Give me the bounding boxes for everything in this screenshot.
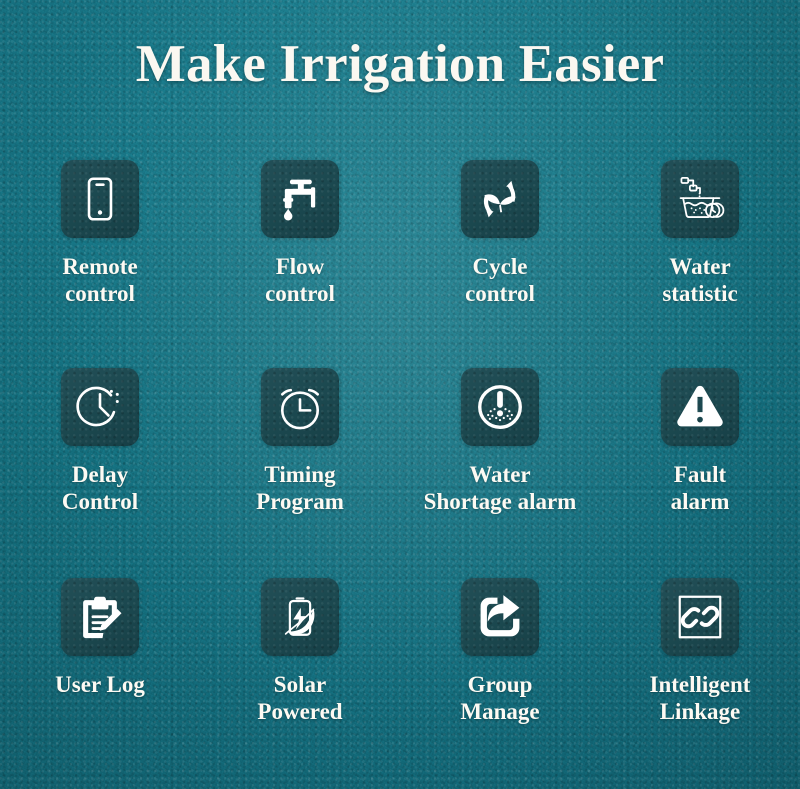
feature-label-line1: Water <box>669 254 731 279</box>
feature-icon-tile <box>61 368 139 446</box>
feature-icon-tile <box>61 578 139 656</box>
feature-label-line1: Flow <box>275 254 325 279</box>
feature-label: Intelligent Linkage <box>650 671 751 725</box>
feature-label: User Log <box>55 671 145 698</box>
page-title: Make Irrigation Easier <box>135 35 665 93</box>
share-arrow-icon <box>480 595 520 637</box>
feature-icon-tile <box>261 368 339 446</box>
feature-label-line2: Powered <box>257 699 343 724</box>
feature-label-line1: Delay <box>71 462 129 487</box>
feature-label: Solar Powered <box>257 671 342 725</box>
feature-label-line1: Group <box>467 672 533 697</box>
warning-triangle-icon <box>677 385 723 427</box>
feature-item-delay-control[interactable]: Delay Control <box>0 368 200 578</box>
feature-item-fault-alarm[interactable]: Fault alarm <box>600 368 800 578</box>
feature-label-line1: Intelligent <box>649 672 751 697</box>
feature-label: Flow control <box>265 253 335 307</box>
feature-icon-tile <box>661 368 739 446</box>
feature-item-group-manage[interactable]: Group Manage <box>400 578 600 778</box>
chain-link-square-icon <box>678 595 722 639</box>
feature-label: Remote control <box>62 253 137 307</box>
feature-label: Fault alarm <box>671 461 730 515</box>
smartphone-icon <box>87 177 113 221</box>
faucet-icon <box>283 179 316 221</box>
feature-label: Timing Program <box>256 461 344 515</box>
feature-label: Water statistic <box>662 253 737 307</box>
feature-label-line2: statistic <box>662 281 738 306</box>
feature-label: Water Shortage alarm <box>424 461 577 515</box>
exclamation-circle-dots-icon <box>478 385 522 429</box>
feature-label-line1: Solar <box>273 672 327 697</box>
feature-label: Group Manage <box>460 671 539 725</box>
feature-label-line2: Shortage alarm <box>423 489 577 514</box>
feature-item-solar-powered[interactable]: Solar Powered <box>200 578 400 778</box>
feature-label-line1: User Log <box>55 672 145 697</box>
feature-item-water-statistic[interactable]: Water statistic <box>600 160 800 368</box>
feature-item-user-log[interactable]: User Log <box>0 578 200 778</box>
feature-grid: Remote control Flow control Cycle contro… <box>0 160 800 778</box>
feature-icon-tile <box>461 578 539 656</box>
feature-label-line2: Manage <box>460 699 540 724</box>
battery-leaf-icon <box>284 597 315 636</box>
poster-root: Make Irrigation Easier Remote control Fl… <box>0 0 800 789</box>
feature-icon-tile <box>661 160 739 238</box>
feature-label-line1: Water <box>469 462 531 487</box>
feature-label-line1: Fault <box>673 462 727 487</box>
feature-item-cycle-control[interactable]: Cycle control <box>400 160 600 368</box>
clipboard-pencil-icon <box>83 596 122 639</box>
feature-icon-tile <box>661 578 739 656</box>
feature-label-line2: Linkage <box>659 699 741 724</box>
feature-label-line2: control <box>465 281 535 306</box>
feature-label-line2: control <box>65 281 135 306</box>
feature-icon-tile <box>261 160 339 238</box>
feature-label: Delay Control <box>62 461 138 515</box>
feature-item-water-shortage-alarm[interactable]: Water Shortage alarm <box>400 368 600 578</box>
recycle-leaf-icon <box>483 180 516 218</box>
feature-icon-tile <box>461 368 539 446</box>
feature-icon-tile <box>461 160 539 238</box>
feature-label-line2: Control <box>61 489 139 514</box>
feature-label-line1: Remote <box>62 254 138 279</box>
clock-dashed-icon <box>76 386 119 427</box>
feature-label-line1: Timing <box>264 462 336 487</box>
feature-item-flow-control[interactable]: Flow control <box>200 160 400 368</box>
feature-item-timing-program[interactable]: Timing Program <box>200 368 400 578</box>
feature-icon-tile <box>61 160 139 238</box>
water-basin-clock-icon <box>679 177 725 219</box>
alarm-clock-icon <box>280 388 320 430</box>
feature-label-line2: Program <box>256 489 344 514</box>
feature-label: Cycle control <box>465 253 535 307</box>
feature-label-line1: Cycle <box>472 254 528 279</box>
feature-icon-tile <box>261 578 339 656</box>
feature-item-remote-control[interactable]: Remote control <box>0 160 200 368</box>
feature-label-line2: alarm <box>670 489 730 514</box>
feature-item-intelligent-linkage[interactable]: Intelligent Linkage <box>600 578 800 778</box>
feature-label-line2: control <box>265 281 335 306</box>
